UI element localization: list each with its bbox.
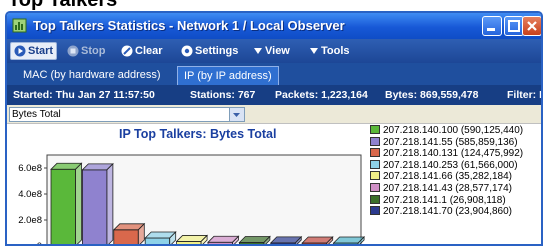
- bar: [333, 242, 359, 244]
- start-button[interactable]: Start: [10, 42, 58, 60]
- stop-label: Stop: [81, 45, 106, 57]
- legend-swatch: [370, 148, 380, 158]
- legend-label: 207.218.140.100 (590,125,440): [383, 125, 524, 136]
- tab-bar: MAC (by hardware address) IP (by IP addr…: [7, 63, 541, 86]
- legend-item: 207.218.141.55 (585,859,136): [370, 136, 541, 149]
- status-filter: Filter: No: [507, 89, 541, 101]
- metric-select-value: Bytes Total: [12, 109, 61, 120]
- legend-swatch: [370, 206, 380, 216]
- y-tick-label: 6.0e8: [18, 163, 42, 174]
- maximize-icon: [508, 20, 520, 32]
- bar: [301, 242, 328, 244]
- legend-swatch: [370, 159, 380, 169]
- view-label: View: [265, 45, 290, 57]
- bar: [144, 237, 171, 244]
- minimize-button[interactable]: [482, 16, 502, 36]
- bar: [82, 169, 108, 244]
- bar: [50, 168, 76, 244]
- tools-label: Tools: [321, 45, 350, 57]
- window-title: Top Talkers Statistics - Network 1 / Loc…: [33, 18, 345, 33]
- chart-legend: 207.218.140.100 (590,125,440) 207.218.141…: [370, 125, 541, 218]
- clear-label: Clear: [135, 45, 163, 57]
- legend-item: 207.218.141.70 (23,904,860): [370, 206, 541, 218]
- clear-icon: [121, 45, 133, 57]
- view-menu[interactable]: View: [253, 42, 290, 60]
- legend-item: 207.218.140.131 (124,475,992): [370, 148, 541, 160]
- clear-button[interactable]: Clear: [121, 42, 163, 60]
- settings-label: Settings: [195, 45, 239, 57]
- bar-side: [106, 162, 114, 244]
- legend-label: 207.218.141.43 (28,577,174): [383, 182, 512, 194]
- status-started: Started: Thu Jan 27 11:57:50: [13, 89, 155, 101]
- status-packets: Packets: 1,223,164: [275, 89, 368, 101]
- toolbar: Start Stop Clear Settings View Tools: [7, 39, 541, 63]
- title-bar[interactable]: Top Talkers Statistics - Network 1 / Loc…: [7, 13, 541, 39]
- legend-swatch: [370, 194, 380, 204]
- legend-label: 207.218.141.66 (35,282,184): [383, 171, 512, 183]
- legend-label: 207.218.140.253 (61,566,000): [383, 159, 518, 171]
- legend-item: 207.218.140.253 (61,566,000): [370, 159, 541, 172]
- settings-button[interactable]: Settings: [181, 42, 238, 60]
- legend-label: 207.218.140.131 (124,475,992): [383, 148, 524, 160]
- y-tick-label: 4.0e8: [18, 189, 42, 200]
- bar: [207, 241, 233, 244]
- legend-label: 207.218.141.70 (23,904,860): [383, 206, 512, 218]
- legend-swatch: [370, 136, 380, 146]
- stop-icon: [67, 45, 79, 57]
- bar-chart: 0 2.0e8 4.0e8 6.0e8: [18, 154, 366, 246]
- close-icon: [527, 21, 537, 31]
- y-tick-label: 0: [37, 241, 42, 246]
- legend-label: 207.218.141.55 (585,859,136): [383, 136, 518, 148]
- minimize-icon: [487, 28, 495, 31]
- chart-panel: IP Top Talkers: Bytes Total 0 2.0e8 4.0e8 6…: [7, 123, 541, 246]
- settings-icon: [181, 45, 193, 57]
- stop-button[interactable]: Stop: [67, 42, 105, 60]
- status-bar: Started: Thu Jan 27 11:57:50 Stations: 7…: [7, 85, 541, 105]
- top-talkers-window: Top Talkers Statistics - Network 1 / Loc…: [5, 11, 543, 246]
- bar-side: [75, 162, 82, 244]
- tools-dropdown-icon: [310, 48, 318, 55]
- bar: [238, 242, 265, 244]
- legend-item: 207.218.141.1 (26,908,118): [370, 194, 541, 207]
- maximize-button[interactable]: [504, 16, 524, 36]
- legend-label: 207.218.141.1 (26,908,118): [383, 194, 506, 206]
- app-icon: [12, 18, 27, 33]
- legend-item: 207.218.141.43 (28,577,174): [370, 182, 541, 195]
- status-stations: Stations: 767: [190, 89, 256, 101]
- legend-swatch: [370, 171, 380, 181]
- tools-menu[interactable]: Tools: [309, 42, 350, 60]
- chevron-down-icon[interactable]: [229, 108, 244, 121]
- bar: [176, 241, 202, 244]
- y-tick-label: 2.0e8: [18, 215, 42, 226]
- status-bytes: Bytes: 869,559,478: [385, 89, 479, 101]
- tab-mac[interactable]: MAC (by hardware address): [17, 66, 167, 85]
- legend-swatch: [370, 125, 380, 134]
- legend-item: 207.218.140.100 (590,125,440): [370, 125, 541, 137]
- close-button[interactable]: [522, 16, 541, 36]
- play-icon: [14, 45, 26, 57]
- metric-select[interactable]: Bytes Total: [9, 107, 245, 122]
- legend-item: 207.218.141.66 (35,282,184): [370, 171, 541, 183]
- bar: [270, 242, 296, 244]
- tab-ip[interactable]: IP (by IP address): [177, 66, 279, 86]
- start-label: Start: [28, 45, 54, 57]
- legend-swatch: [370, 182, 380, 192]
- view-dropdown-icon: [254, 48, 262, 55]
- bar: [113, 229, 139, 244]
